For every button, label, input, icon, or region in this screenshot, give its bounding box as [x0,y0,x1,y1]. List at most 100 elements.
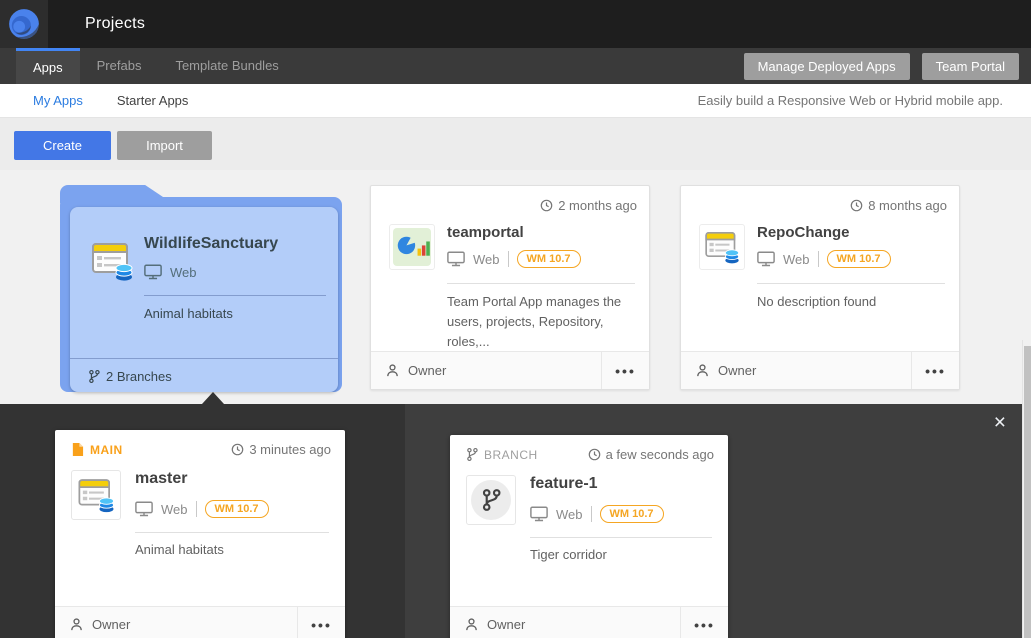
project-card-teamportal[interactable]: 2 months ago teamportal Web [370,185,650,390]
platform-row: Web WM 10.7 [135,500,269,518]
last-modified: 2 months ago [540,198,637,213]
sub-nav: My Apps Starter Apps [16,84,205,118]
content-area: WildlifeSanctuary Web Animal habitats [0,170,1031,638]
person-icon [385,363,400,378]
card-footer: Owner ••• [371,351,649,389]
main-badge: MAIN [71,442,123,457]
project-title: RepoChange [757,224,850,241]
card-menu-button[interactable]: ••• [297,607,345,638]
clock-icon [588,448,601,461]
branch-badge-label: BRANCH [484,448,538,462]
project-title: teamportal [447,224,524,241]
card-footer: Owner ••• [681,351,959,389]
tab-prefabs[interactable]: Prefabs [80,48,159,84]
owner-label: Owner [718,363,756,378]
wave-logo-icon [7,7,41,41]
branch-title: master [135,470,187,488]
clock-icon [540,199,553,212]
divider [757,283,945,284]
charts-app-icon [393,228,431,266]
projects-page: Projects Apps Prefabs Template Bundles M… [0,0,1031,638]
branch-description: Tiger corridor [530,547,607,562]
wm-version-badge: WM 10.7 [517,250,581,268]
manage-deployed-apps-button[interactable]: Manage Deployed Apps [744,53,910,80]
wavemaker-logo[interactable] [0,0,48,48]
project-description: Animal habitats [144,306,233,321]
owner-row: Owner [464,607,525,638]
divider [508,251,509,267]
git-branch-icon [88,369,100,384]
subnav-my-apps[interactable]: My Apps [16,84,100,118]
platform-label: Web [473,252,500,267]
import-button[interactable]: Import [117,131,212,160]
owner-row: Owner [385,352,446,389]
branch-badge: BRANCH [466,447,538,462]
owner-label: Owner [92,617,130,632]
actions-bar: Create Import [0,118,1031,170]
card-menu-button[interactable]: ••• [680,607,728,638]
divider [135,532,329,533]
person-icon [695,363,710,378]
create-button[interactable]: Create [14,131,111,160]
app-window-db-icon [702,227,742,267]
card-menu-button[interactable]: ••• [601,352,649,389]
monitor-icon [144,264,162,280]
app-icon-box [71,470,121,520]
divider [591,506,592,522]
owner-label: Owner [408,363,446,378]
tab-template-bundles[interactable]: Template Bundles [158,48,295,84]
wm-version-badge: WM 10.7 [600,505,664,523]
vertical-scrollbar[interactable] [1022,340,1031,638]
time-label: 3 minutes ago [249,442,331,457]
monitor-icon [447,251,465,267]
platform-row: Web WM 10.7 [447,250,581,268]
branch-title: feature-1 [530,475,598,493]
branch-card-master[interactable]: MAIN 3 minutes ago [55,430,345,638]
git-branch-icon [481,488,501,512]
git-branch-icon [466,447,478,462]
branch-description: Animal habitats [135,542,224,557]
monitor-icon [757,251,775,267]
branches-label: 2 Branches [106,369,172,384]
divider [144,295,326,296]
owner-row: Owner [695,352,756,389]
branch-card-feature-1[interactable]: BRANCH a few seconds ago [450,435,728,638]
close-overlay-button[interactable]: × [994,412,1006,433]
page-title: Projects [85,0,145,48]
card-footer: Owner ••• [450,606,728,638]
subnav-starter-apps[interactable]: Starter Apps [100,84,206,118]
platform-label: Web [161,502,188,517]
branch-circle [471,480,511,520]
tab-apps[interactable]: Apps [16,48,80,84]
ellipsis-icon: ••• [615,363,636,379]
time-label: a few seconds ago [606,447,714,462]
tagline-text: Easily build a Responsive Web or Hybrid … [698,84,1003,118]
card-footer: Owner ••• [55,606,345,638]
last-modified: 3 minutes ago [231,442,331,457]
last-modified: 8 months ago [850,198,947,213]
platform-label: Web [170,265,197,280]
wm-version-badge: WM 10.7 [827,250,891,268]
project-title: WildlifeSanctuary [144,235,278,253]
app-icon-box [389,224,435,270]
top-bar: Projects [0,0,1031,48]
time-label: 2 months ago [558,198,637,213]
branches-count[interactable]: 2 Branches [88,369,172,384]
platform-row: Web WM 10.7 [757,250,891,268]
time-label: 8 months ago [868,198,947,213]
divider [196,501,197,517]
last-modified: a few seconds ago [588,447,714,462]
scrollbar-thumb[interactable] [1024,346,1031,638]
tabsbar-actions: Manage Deployed Apps Team Portal [744,53,1019,80]
project-card-repochange[interactable]: 8 months ago RepoChange [680,185,960,390]
card-menu-button[interactable]: ••• [911,352,959,389]
branches-overlay: × MAIN 3 minutes ago [0,404,1022,638]
monitor-icon [530,506,548,522]
app-icon-box [699,224,745,270]
overlay-pointer [202,392,224,404]
team-portal-button[interactable]: Team Portal [922,53,1019,80]
platform-label: Web [783,252,810,267]
divider [447,283,635,284]
file-icon [71,442,84,457]
project-card-wildlifesanctuary[interactable]: WildlifeSanctuary Web Animal habitats [60,185,342,392]
